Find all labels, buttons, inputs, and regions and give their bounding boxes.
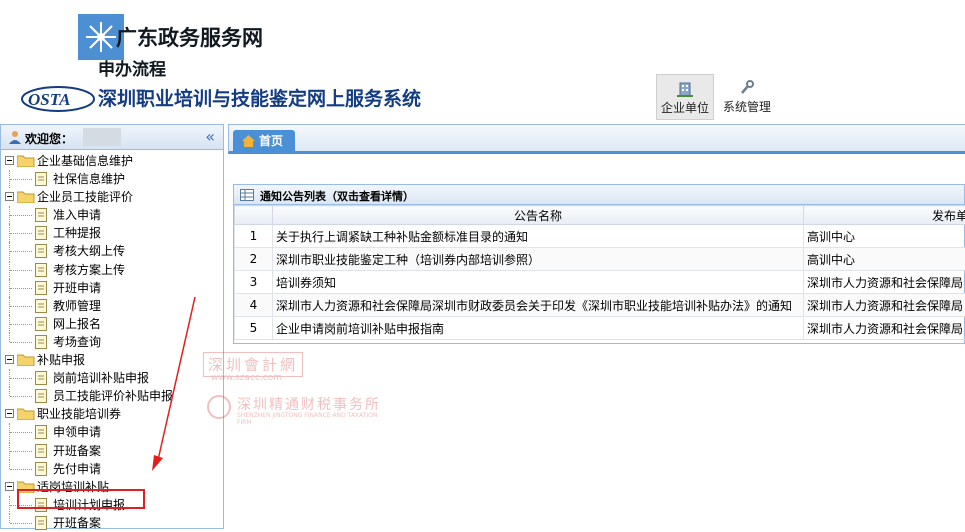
home-icon [242,135,255,147]
notice-panel: 通知公告列表（双击查看详情） 公告名称 发布单位 1 关于执行上调紧缺工种补贴金… [233,184,965,344]
collapse-toggle-icon[interactable] [5,192,14,201]
sidebar-header: 欢迎您： « [1,125,223,150]
notice-panel-title: 通知公告列表（双击查看详情） [260,188,414,204]
tree-item-claim-application[interactable]: 申领申请 [5,423,223,441]
table-row[interactable]: 5 企业申请岗前培训补贴申报指南 深圳市人力资源和社会保障局 [235,317,965,340]
notice-name[interactable]: 深圳市职业技能鉴定工种（培训券内部培训参照） [273,248,804,271]
sidebar: 欢迎您： « 企业基础信息维护 社保信息维护 企业员工技能评价 准入申请 工种提… [0,124,224,529]
nav-system-label: 系统管理 [723,100,771,114]
tree-item-online-registration[interactable]: 网上报名 [5,315,223,333]
star-burst-icon [86,22,116,52]
document-icon [35,425,47,439]
row-number: 1 [235,225,273,248]
document-icon [35,172,47,186]
notice-table: 公告名称 发布单位 1 关于执行上调紧缺工种补贴金额标准目录的通知 高训中心 2… [234,205,965,340]
portal-subtitle: 申办流程 [98,55,166,80]
tree-item-pre-job-subsidy[interactable]: 岗前培训补贴申报 [5,369,223,387]
menu-tree: 企业基础信息维护 社保信息维护 企业员工技能评价 准入申请 工种提报 考核大纲上… [5,152,223,532]
tree-group-skill-evaluation[interactable]: 企业员工技能评价 [5,188,223,206]
document-icon [35,281,47,295]
welcome-label: 欢迎您： [25,130,73,147]
tree-item-class-filing[interactable]: 开班备案 [5,442,223,460]
document-icon [35,208,47,222]
notice-panel-header: 通知公告列表（双击查看详情） [234,185,964,205]
column-header-publisher[interactable]: 发布单位 [804,206,965,225]
notice-name[interactable]: 培训券须知 [273,271,804,294]
document-icon [35,389,47,403]
document-icon [35,444,47,458]
document-icon [35,244,47,258]
tree-group-training-voucher[interactable]: 职业技能培训券 [5,405,223,423]
table-row[interactable]: 4 深圳市人力资源和社会保障局深圳市财政委员会关于印发《深圳市职业技能培训补贴办… [235,294,965,317]
document-icon [35,516,47,530]
svg-text:OSTA: OSTA [28,90,71,109]
document-icon [35,335,47,349]
row-number: 4 [235,294,273,317]
nav-company-label: 企业单位 [661,101,709,115]
document-icon [35,317,47,331]
notice-publisher: 高训中心 [804,225,965,248]
table-header-row: 公告名称 发布单位 [235,206,965,225]
collapse-toggle-icon[interactable] [5,482,14,491]
collapse-toggle-icon[interactable] [5,355,14,364]
folder-open-icon [17,408,35,420]
app-header: 广东政务服务网 申办流程 OSTA 深圳职业培训与技能鉴定网上服务系统 企业单位… [0,0,965,124]
row-number: 5 [235,317,273,340]
tree-item-teacher-management[interactable]: 教师管理 [5,297,223,315]
document-icon [35,226,47,240]
notice-publisher: 深圳市人力资源和社会保障局 [804,317,965,340]
folder-open-icon [17,155,35,167]
row-number: 3 [235,271,273,294]
tree-group-subsidy-application[interactable]: 补贴申报 [5,351,223,369]
portal-title: 广东政务服务网 [116,22,263,52]
collapse-sidebar-button[interactable]: « [205,127,215,146]
table-row[interactable]: 1 关于执行上调紧缺工种补贴金额标准目录的通知 高训中心 [235,225,965,248]
notice-name[interactable]: 企业申请岗前培训补贴申报指南 [273,317,804,340]
notice-publisher: 深圳市人力资源和社会保障局 [804,271,965,294]
folder-open-icon [17,191,35,203]
tree-item-skill-evaluation-subsidy[interactable]: 员工技能评价补贴申报 [5,387,223,405]
document-icon [35,462,47,476]
tree-item-class-filing-2[interactable]: 开班备案 [5,514,223,532]
tree-item-exam-room-query[interactable]: 考场查询 [5,333,223,351]
document-icon [35,299,47,313]
tree-item-social-security[interactable]: 社保信息维护 [5,170,223,188]
column-header-name[interactable]: 公告名称 [273,206,804,225]
tree-item-job-submission[interactable]: 工种提报 [5,224,223,242]
tree-item-access-application[interactable]: 准入申请 [5,206,223,224]
wrench-icon [738,80,756,96]
building-icon [676,81,694,97]
notice-name[interactable]: 深圳市人力资源和社会保障局深圳市财政委员会关于印发《深圳市职业技能培训补贴办法》… [273,294,804,317]
notice-publisher: 深圳市人力资源和社会保障局 [804,294,965,317]
tree-item-class-application[interactable]: 开班申请 [5,279,223,297]
user-icon [8,130,22,144]
table-row[interactable]: 3 培训券须知 深圳市人力资源和社会保障局 [235,271,965,294]
system-title: 深圳职业培训与技能鉴定网上服务系统 [98,84,421,111]
document-icon [35,263,47,277]
collapse-toggle-icon[interactable] [5,409,14,418]
nav-system-management[interactable]: 系统管理 [718,74,776,120]
osta-logo: OSTA [20,82,98,114]
tree-item-prepay-application[interactable]: 先付申请 [5,460,223,478]
document-icon [35,371,47,385]
tree-group-enterprise-info[interactable]: 企业基础信息维护 [5,152,223,170]
nav-company-unit[interactable]: 企业单位 [656,74,714,120]
folder-open-icon [17,354,35,366]
tab-strip: 首页 [228,124,965,154]
tree-item-plan-upload[interactable]: 考核方案上传 [5,261,223,279]
row-number: 2 [235,248,273,271]
username-redacted [83,128,121,146]
table-row[interactable]: 2 深圳市职业技能鉴定工种（培训券内部培训参照） 高训中心 [235,248,965,271]
highlight-box [17,489,145,509]
notice-name[interactable]: 关于执行上调紧缺工种补贴金额标准目录的通知 [273,225,804,248]
tab-home[interactable]: 首页 [233,130,295,153]
notice-publisher: 高训中心 [804,248,965,271]
column-header-index [235,206,273,225]
collapse-toggle-icon[interactable] [5,156,14,165]
tab-home-label: 首页 [259,134,283,148]
main-content: 首页 通知公告列表（双击查看详情） 公告名称 发布单位 1 [228,124,965,529]
grid-icon [240,189,254,201]
tree-item-outline-upload[interactable]: 考核大纲上传 [5,242,223,260]
